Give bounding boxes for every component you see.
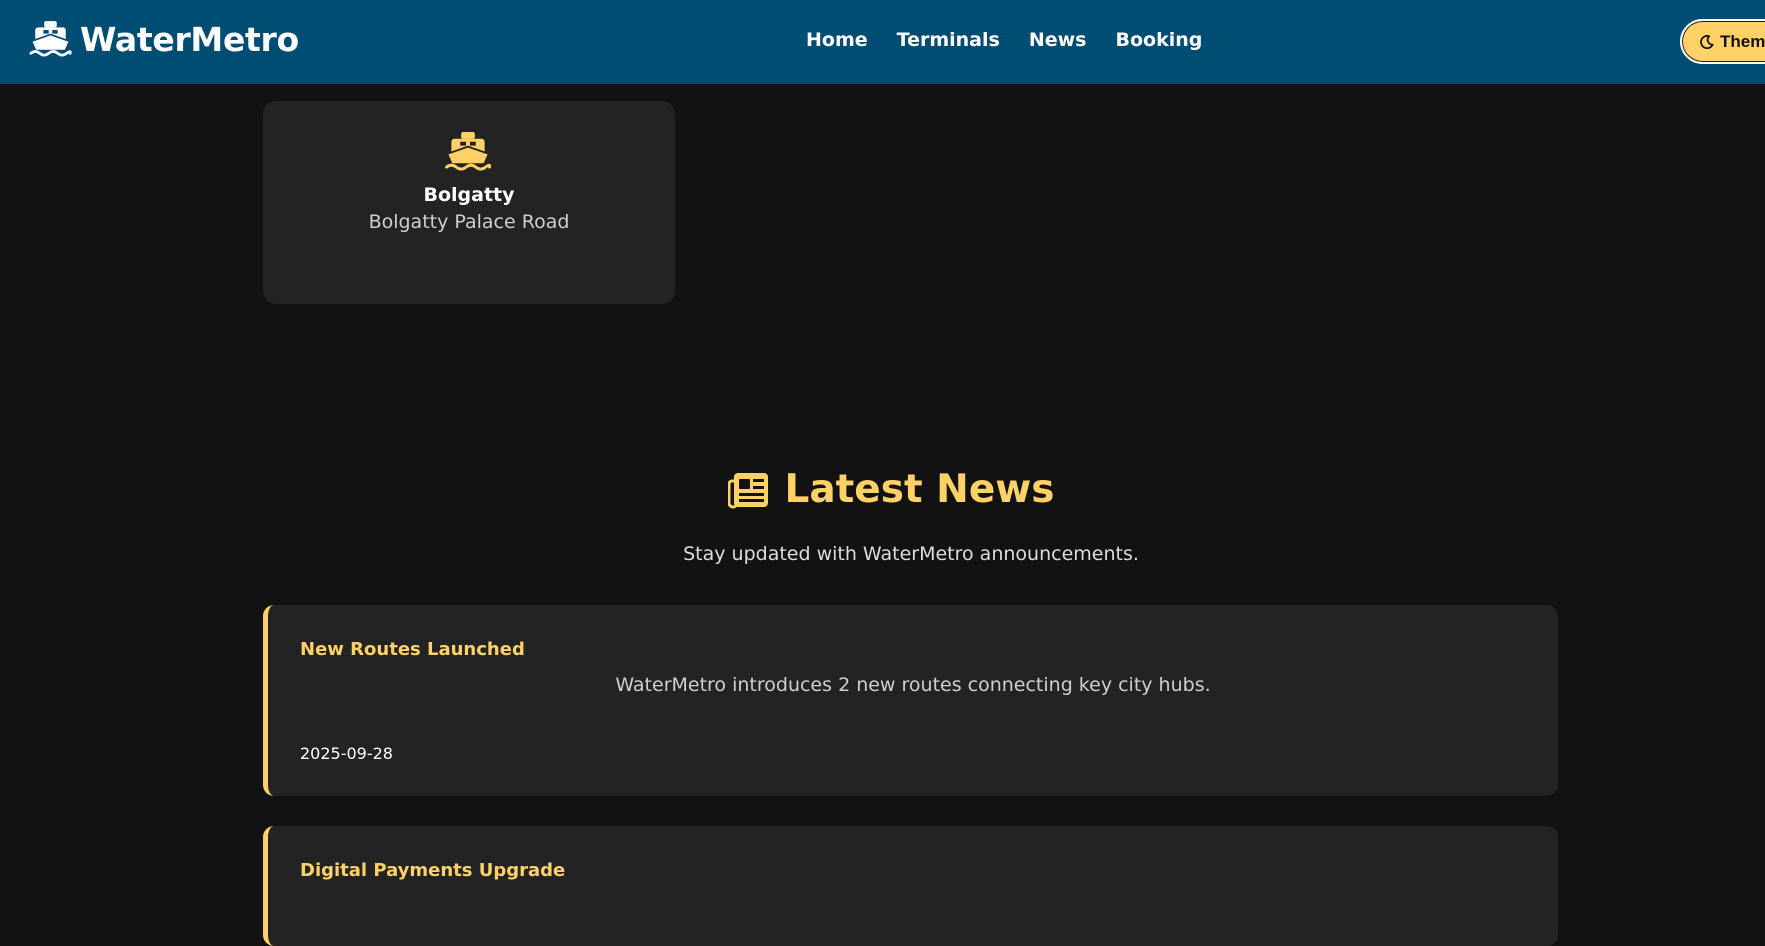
news-title-text: Latest News: [784, 467, 1055, 512]
ship-icon: [29, 19, 72, 59]
top-navbar: WaterMetro Home Terminals News Booking T…: [0, 0, 1765, 84]
terminal-card[interactable]: Bolgatty Bolgatty Palace Road: [263, 101, 675, 304]
nav-booking[interactable]: Booking: [1115, 29, 1202, 51]
news-card-date: 2025-09-28: [300, 744, 393, 763]
ship-icon: [444, 130, 492, 173]
news-card-body: WaterMetro introduces 2 new routes conne…: [615, 674, 1211, 696]
news-section-title: Latest News: [0, 467, 1765, 512]
theme-button-label: Theme: [1720, 31, 1765, 51]
news-card[interactable]: New Routes Launched WaterMetro introduce…: [263, 605, 1558, 796]
theme-toggle-button[interactable]: Theme: [1680, 19, 1765, 64]
brand-logo-link[interactable]: WaterMetro: [29, 19, 299, 59]
nav-home[interactable]: Home: [806, 29, 868, 51]
main-nav: Home Terminals News Booking: [806, 29, 1231, 51]
nav-terminals[interactable]: Terminals: [897, 29, 1000, 51]
news-card[interactable]: Digital Payments Upgrade: [263, 826, 1558, 946]
news-subtitle: Stay updated with WaterMetro announcemen…: [683, 543, 1139, 565]
moon-icon: [1700, 34, 1714, 49]
terminal-name: Bolgatty: [423, 184, 515, 206]
news-card-title: Digital Payments Upgrade: [300, 860, 566, 881]
nav-news[interactable]: News: [1029, 29, 1087, 51]
news-card-title: New Routes Launched: [300, 639, 525, 660]
terminal-address: Bolgatty Palace Road: [368, 211, 570, 233]
newspaper-icon: [728, 471, 770, 509]
brand-name: WaterMetro: [80, 19, 299, 59]
